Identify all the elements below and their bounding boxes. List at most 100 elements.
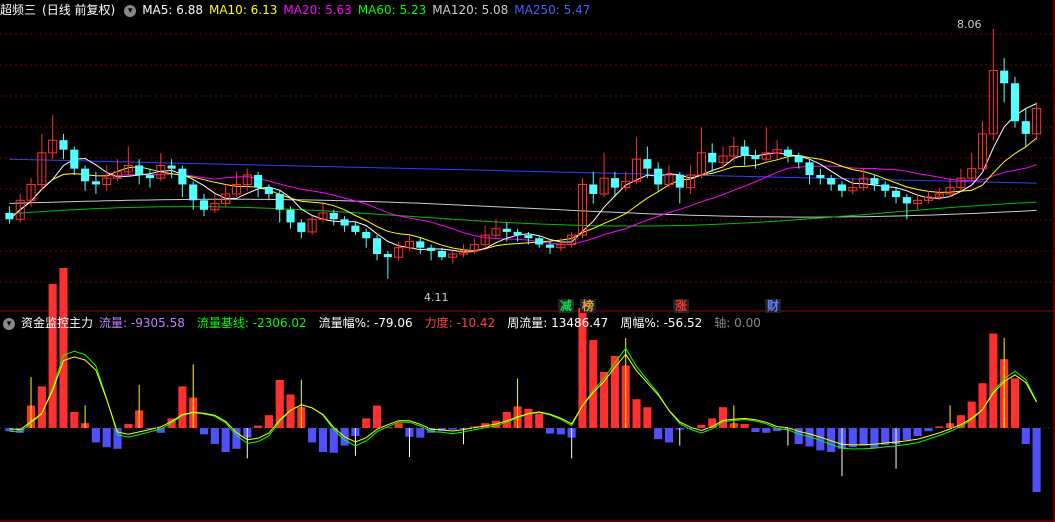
ma-label: MA10: 6.13 xyxy=(208,3,278,17)
candle-body xyxy=(1021,121,1030,134)
candle-body xyxy=(794,156,803,163)
candle-body xyxy=(643,159,652,169)
indicator-item: 流量基线: -2306.02 xyxy=(197,316,313,330)
candle-body xyxy=(524,235,533,239)
ma-label: MA5: 6.88 xyxy=(142,3,203,17)
event-badge[interactable]: 榜 xyxy=(580,299,597,313)
event-badge[interactable]: 财 xyxy=(765,299,782,313)
chart-mode: (日线 前复权) xyxy=(42,3,116,17)
indicator-name: 周流量 xyxy=(507,316,544,330)
flow-bar xyxy=(589,340,598,428)
candle-body xyxy=(167,165,176,169)
candle-body xyxy=(870,178,879,185)
indicator-title: 资金监控主力 xyxy=(21,316,94,330)
indicator-separator: : xyxy=(366,316,374,330)
flow-bar xyxy=(318,428,328,452)
indicator-item: 轴: 0.00 xyxy=(714,316,767,330)
candle-body xyxy=(881,184,890,191)
indicator-item: 周流量: 13486.47 xyxy=(507,316,614,330)
candle-body xyxy=(70,149,79,169)
indicator-name: 周幅% xyxy=(620,316,656,330)
ma10-line xyxy=(9,137,1037,252)
ma-label: MA20: 5.63 xyxy=(283,3,352,17)
indicator-name: 轴 xyxy=(714,316,727,330)
flow-bar xyxy=(329,428,338,453)
candle-body xyxy=(81,168,90,182)
candle-body xyxy=(751,156,760,160)
flow-bar xyxy=(124,424,133,428)
candle-body xyxy=(264,187,273,194)
ma-label: MA120: 5.08 xyxy=(432,3,509,17)
candle-body xyxy=(654,168,663,185)
flow-bar xyxy=(751,428,760,432)
candle-body xyxy=(1010,83,1020,122)
low-price-label: 4.11 xyxy=(424,291,449,304)
candle-body xyxy=(589,184,598,194)
kline-chart[interactable] xyxy=(0,0,1055,522)
event-badge[interactable]: 涨 xyxy=(673,299,690,313)
candle-body xyxy=(1000,70,1009,84)
main-chart-header: 超频三 (日线 前复权) ▾ MA5: 6.88 MA10: 6.13 MA20: 5.6… xyxy=(0,1,602,19)
indicator-value: -79.06 xyxy=(373,316,413,330)
candle-body xyxy=(5,212,14,220)
candle-body xyxy=(740,146,749,156)
candle-body xyxy=(275,193,284,210)
flow-bar xyxy=(989,333,998,428)
flow-bar xyxy=(59,268,68,428)
indicator-separator: : xyxy=(543,316,552,330)
candle-body xyxy=(135,165,144,175)
indicator-separator: : xyxy=(726,316,735,330)
indicator-separator: : xyxy=(244,316,253,330)
flow-bar xyxy=(556,428,565,435)
candle-body xyxy=(783,149,792,156)
indicator-separator: : xyxy=(123,316,131,330)
candle-body xyxy=(437,250,446,258)
candle-body xyxy=(805,162,814,175)
indicator-name: 力度 xyxy=(424,316,449,330)
flow-bar xyxy=(913,428,922,436)
indicator-values: 流量: -9305.58 流量基线: -2306.02 流量幅%: -79.06 力度… xyxy=(99,316,773,330)
flow-bar xyxy=(102,428,111,448)
flow-bar xyxy=(308,428,317,443)
flow-bar xyxy=(372,405,382,428)
candle-body xyxy=(199,200,209,210)
flow-bar xyxy=(1010,378,1020,428)
chevron-down-icon[interactable]: ▾ xyxy=(124,4,137,17)
flow-bar xyxy=(221,428,230,452)
candle-body xyxy=(286,209,295,223)
flow-bar xyxy=(545,428,555,434)
flow-bar xyxy=(178,386,187,428)
flow-bar xyxy=(232,428,241,449)
indicator-name: 流量幅% xyxy=(318,316,367,330)
candle-body xyxy=(297,222,306,232)
flow-bar xyxy=(967,401,976,428)
flow-bar xyxy=(902,428,911,440)
indicator-value: 0.00 xyxy=(734,316,761,330)
chevron-down-icon[interactable]: ▾ xyxy=(3,317,15,330)
candle-body xyxy=(675,174,684,188)
ma20-line xyxy=(9,164,1037,245)
flow-bar xyxy=(416,428,425,438)
flow-bar xyxy=(870,428,879,448)
flow-bar xyxy=(394,423,403,428)
candle-body xyxy=(372,238,382,255)
flow-bar xyxy=(859,428,868,446)
high-price-label: 8.06 xyxy=(957,18,982,31)
flow-bar xyxy=(70,412,79,428)
candle-body xyxy=(189,184,198,201)
event-badge[interactable]: 减 xyxy=(558,299,575,313)
flow-bar xyxy=(718,407,728,428)
flow-bar xyxy=(524,408,533,428)
flow-bar xyxy=(654,428,663,440)
indicator-separator: : xyxy=(448,316,457,330)
candle-body xyxy=(535,238,544,245)
flow-bar xyxy=(199,428,209,435)
candle-body xyxy=(427,247,436,251)
candle-body xyxy=(502,228,511,232)
indicator-value: -56.52 xyxy=(663,316,703,330)
flow-bar xyxy=(632,399,641,428)
flow-bar xyxy=(48,284,57,428)
indicator-item: 流量幅%: -79.06 xyxy=(319,316,419,330)
ma120-line xyxy=(9,198,1037,218)
flow-bar xyxy=(664,428,674,443)
